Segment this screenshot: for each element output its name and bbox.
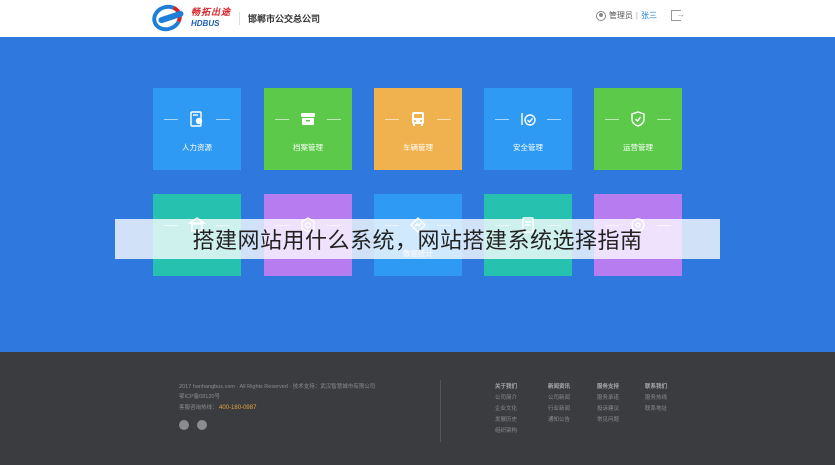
module-grid: 人力资源档案管理车辆管理安全管理运营管理数据统计 <box>0 37 835 352</box>
module-tile[interactable]: 安全管理 <box>484 88 572 170</box>
footer-link[interactable]: 行业新闻 <box>548 404 570 415</box>
module-tile[interactable]: 人力资源 <box>153 88 241 170</box>
module-tile[interactable]: 运营管理 <box>594 88 682 170</box>
user-role: 管理员 <box>608 11 633 20</box>
footer-column-head: 联系我们 <box>645 384 668 390</box>
icp-text: 鄂ICP备08120号 <box>179 394 220 401</box>
footer-column: 服务支持服务承诺 投诉建议 常见问题 <box>597 382 619 426</box>
footer: 2017 hanhangbus.com · All Rights Reserve… <box>0 352 835 465</box>
phone-label: 客服咨询热线： <box>179 404 218 411</box>
user-icon <box>595 10 606 21</box>
footer-link[interactable]: 联系地址 <box>645 404 667 415</box>
logout-icon[interactable] <box>671 9 685 21</box>
shield-icon <box>627 108 649 130</box>
footer-link[interactable]: 常见问题 <box>597 415 619 426</box>
module-tile-label: 运营管理 <box>623 143 653 152</box>
logo-chinese-text: 畅拓出途 <box>191 7 232 17</box>
overlay-banner: 搭建网站用什么系统，网站搭建系统选择指南 <box>115 219 720 259</box>
hr-document-icon <box>186 108 208 130</box>
module-tile-label: 档案管理 <box>293 143 323 152</box>
module-tile[interactable]: 车辆管理 <box>374 88 462 170</box>
company-name: 邯郸市公交总公司 <box>239 11 320 25</box>
footer-link[interactable]: 投诉建议 <box>597 404 619 415</box>
copyright-text: 2017 hanhangbus.com · All Rights Reserve… <box>179 384 376 390</box>
banner-text: 搭建网站用什么系统，网站搭建系统选择指南 <box>192 228 643 253</box>
module-tile[interactable]: 档案管理 <box>264 88 352 170</box>
footer-link[interactable]: 企业文化 <box>495 404 517 415</box>
footer-link[interactable]: 公司简介 <box>495 393 517 404</box>
module-tile-label: 安全管理 <box>513 143 543 152</box>
user-area: 管理员 | 张三 <box>595 9 685 21</box>
footer-link[interactable]: 公司新闻 <box>548 393 570 404</box>
footer-link[interactable]: 发展历史 <box>495 415 517 426</box>
footer-link[interactable]: 服务热线 <box>645 393 667 404</box>
footer-divider <box>440 380 441 442</box>
module-tile-label: 车辆管理 <box>403 143 433 152</box>
footer-link[interactable]: 服务承诺 <box>597 393 619 404</box>
phone-row: 客服咨询热线： 400-180-0987 <box>179 403 375 414</box>
footer-column: 联系我们服务热线 联系地址 <box>645 382 667 415</box>
archive-box-icon <box>297 108 319 130</box>
phone-number: 400-180-0987 <box>219 404 257 411</box>
username-link[interactable]: 张三 <box>641 10 657 21</box>
logo-mark-icon <box>148 0 188 36</box>
footer-column-head: 新闻资讯 <box>548 384 571 390</box>
weibo-icon[interactable] <box>179 420 189 431</box>
top-header: 畅拓出途 HDBUS 邯郸市公交总公司 管理员 | 张三 <box>0 0 835 37</box>
safety-check-icon <box>517 108 539 130</box>
footer-column-head: 关于我们 <box>495 384 518 390</box>
footer-column-head: 服务支持 <box>597 384 620 390</box>
logo[interactable]: 畅拓出途 HDBUS 邯郸市公交总公司 <box>148 0 320 36</box>
footer-column: 新闻资讯公司新闻 行业新闻 通知公告 <box>548 382 570 426</box>
bus-icon <box>407 108 429 130</box>
footer-link[interactable]: 通知公告 <box>548 415 570 426</box>
footer-link[interactable]: 组织架构 <box>495 426 517 437</box>
logo-english-text: HDBUS <box>191 19 220 28</box>
footer-column: 关于我们公司简介 企业文化 发展历史 组织架构 <box>495 382 517 437</box>
wechat-icon[interactable] <box>197 420 207 431</box>
module-tile-label: 人力资源 <box>182 143 212 152</box>
separator: | <box>635 11 638 20</box>
